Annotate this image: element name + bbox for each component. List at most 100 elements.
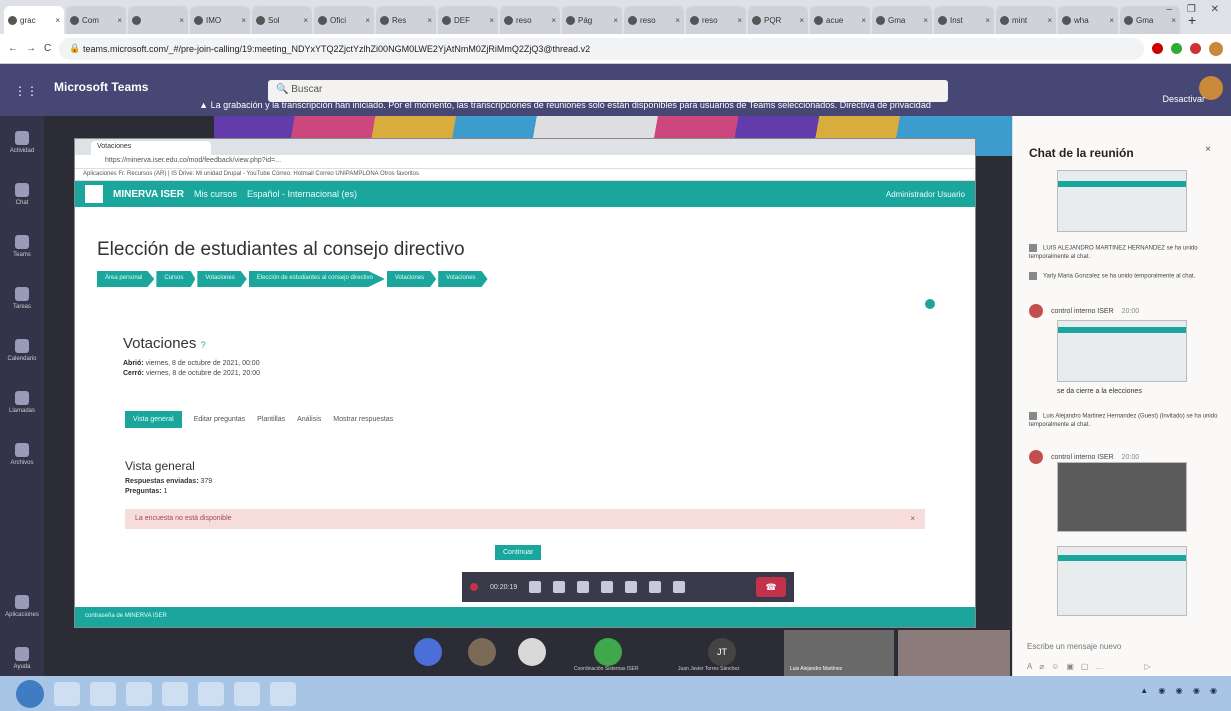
browser-tab[interactable]: wha × [1058,6,1118,34]
dismiss-button[interactable]: Desactivar [1162,94,1205,104]
close-icon[interactable]: × [489,16,494,25]
browser-tab[interactable]: acue × [810,6,870,34]
more-icon[interactable]: … [1095,662,1110,671]
rail-item-calendario[interactable]: Calendario [0,324,44,376]
tab-label: reso [702,15,718,25]
send-icon[interactable]: ▷ [1144,662,1157,671]
raise-hand-icon[interactable] [625,581,638,593]
extension-icon[interactable] [1190,43,1201,54]
attach-icon[interactable]: ⌀ [1039,662,1051,671]
close-icon[interactable]: × [613,16,618,25]
reload-icon[interactable]: C [44,43,51,54]
close-icon[interactable]: × [1171,16,1176,25]
back-icon[interactable]: ← [8,43,18,54]
participant-avatar[interactable] [468,638,496,666]
rail-item-actividad[interactable]: Actividad [0,116,44,168]
close-icon[interactable]: × [55,16,60,25]
browser-tab[interactable]: PQR × [748,6,808,34]
extension-icon[interactable] [1171,43,1182,54]
app-launcher-icon[interactable]: ⋮⋮ [14,84,38,98]
close-icon[interactable]: × [799,16,804,25]
image-attachment[interactable] [1057,170,1187,232]
new-tab-button[interactable]: + [1182,12,1202,34]
close-icon[interactable]: × [861,16,866,25]
participants-icon[interactable] [673,581,686,593]
window-controls[interactable]: – ❐ ✕ [1167,4,1225,15]
participant-video[interactable] [898,630,1010,676]
teams-left-rail: Actividad Chat Teams Tareas Calendario Llamad… [0,116,44,676]
image-attachment[interactable] [1057,462,1187,532]
camera-icon[interactable] [529,581,542,593]
format-icon[interactable]: A [1027,662,1039,671]
close-icon[interactable]: × [737,16,742,25]
start-button[interactable] [16,679,44,708]
participant-avatar[interactable] [414,638,442,666]
close-icon[interactable]: × [241,16,246,25]
rail-item-llamadas[interactable]: Llamadas [0,376,44,428]
browser-tab[interactable]: DEF × [438,6,498,34]
excel-icon[interactable] [234,681,260,706]
rail-item-tareas[interactable]: Tareas [0,272,44,324]
close-icon[interactable]: × [551,16,556,25]
microphone-icon[interactable] [553,581,566,593]
share-screen-icon[interactable] [577,581,590,593]
browser-tab[interactable]: × [128,6,188,34]
close-icon[interactable]: × [1047,16,1052,25]
search-input[interactable]: 🔍 Buscar [268,80,948,102]
breadcrumb: Área personal Cursos Votaciones Elección de… [97,271,490,287]
forward-icon[interactable]: → [26,43,36,54]
browser-tab[interactable]: Pág × [562,6,622,34]
word-icon[interactable] [270,681,296,706]
participant-avatar[interactable] [518,638,546,666]
browser-tab[interactable]: grac × [4,6,64,34]
close-icon[interactable]: × [179,16,184,25]
sticker-icon[interactable]: ▢ [1081,662,1096,671]
extension-icon[interactable] [1152,43,1163,54]
chat-icon[interactable] [649,581,662,593]
profile-avatar[interactable] [1209,41,1223,56]
browser-tab[interactable]: IMO × [190,6,250,34]
close-icon[interactable]: × [427,16,432,25]
image-attachment[interactable] [1057,320,1187,382]
browser-tab[interactable]: Sol × [252,6,312,34]
browser-tab[interactable]: reso × [686,6,746,34]
compose-input[interactable]: Escribe un mensaje nuevo [1027,642,1121,651]
gif-icon[interactable]: ▣ [1066,662,1081,671]
browser-tab[interactable]: Ofici × [314,6,374,34]
close-icon[interactable]: × [1205,144,1211,155]
close-icon[interactable]: × [1109,16,1114,25]
rail-item-chat[interactable]: Chat [0,168,44,220]
close-icon[interactable]: × [117,16,122,25]
hang-up-button[interactable]: ☎ [756,577,786,597]
chrome-icon[interactable] [198,681,224,706]
image-attachment[interactable] [1057,546,1187,616]
firefox-icon[interactable] [162,681,188,706]
participant-avatar[interactable]: JT [708,638,736,666]
rail-item-teams[interactable]: Teams [0,220,44,272]
participant-avatar[interactable] [594,638,622,666]
close-icon[interactable]: × [923,16,928,25]
address-bar[interactable]: 🔒 teams.microsoft.com/_#/pre-join-callin… [59,37,1144,60]
browser-tab[interactable]: mint × [996,6,1056,34]
browser-tab[interactable]: reso × [500,6,560,34]
close-icon[interactable]: × [675,16,680,25]
teams-header: ⋮⋮ Microsoft Teams 🔍 Buscar ▲ La grabaci… [0,64,1231,116]
ie-icon[interactable] [54,681,80,706]
close-icon[interactable]: × [985,16,990,25]
folder-icon[interactable] [90,681,116,706]
phone-icon: ☎ [765,582,777,592]
browser-tab[interactable]: reso × [624,6,684,34]
rail-item-archivos[interactable]: Archivos [0,428,44,480]
activity-tab: Plantillas [257,416,286,423]
close-icon[interactable]: × [365,16,370,25]
rail-item-aplicaciones[interactable]: Aplicaciones [0,580,44,632]
more-options-icon[interactable] [601,581,614,593]
join-icon [1029,272,1037,280]
media-icon[interactable] [126,681,152,706]
close-icon[interactable]: × [303,16,308,25]
emoji-icon[interactable]: ☺ [1051,662,1066,671]
browser-tab[interactable]: Gma × [872,6,932,34]
browser-tab[interactable]: Inst × [934,6,994,34]
browser-tab[interactable]: Com × [66,6,126,34]
browser-tab[interactable]: Res × [376,6,436,34]
